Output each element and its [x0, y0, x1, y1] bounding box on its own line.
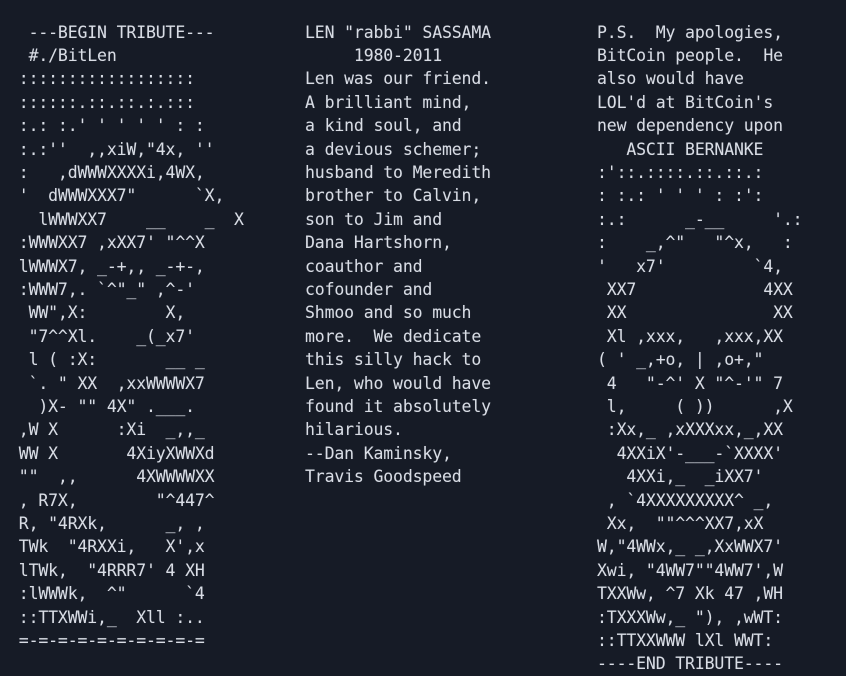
postscript-ascii-bernanke-column: P.S. My apologies, BitCoin people. He al… — [597, 22, 803, 674]
memorial-text-column: LEN "rabbi" SASSAMA 1980-2011 Len was ou… — [305, 22, 491, 487]
terminal-window: ---BEGIN TRIBUTE--- #./BitLen ::::::::::… — [0, 0, 846, 673]
bitlen-ascii-art-column: ---BEGIN TRIBUTE--- #./BitLen ::::::::::… — [18, 22, 244, 651]
